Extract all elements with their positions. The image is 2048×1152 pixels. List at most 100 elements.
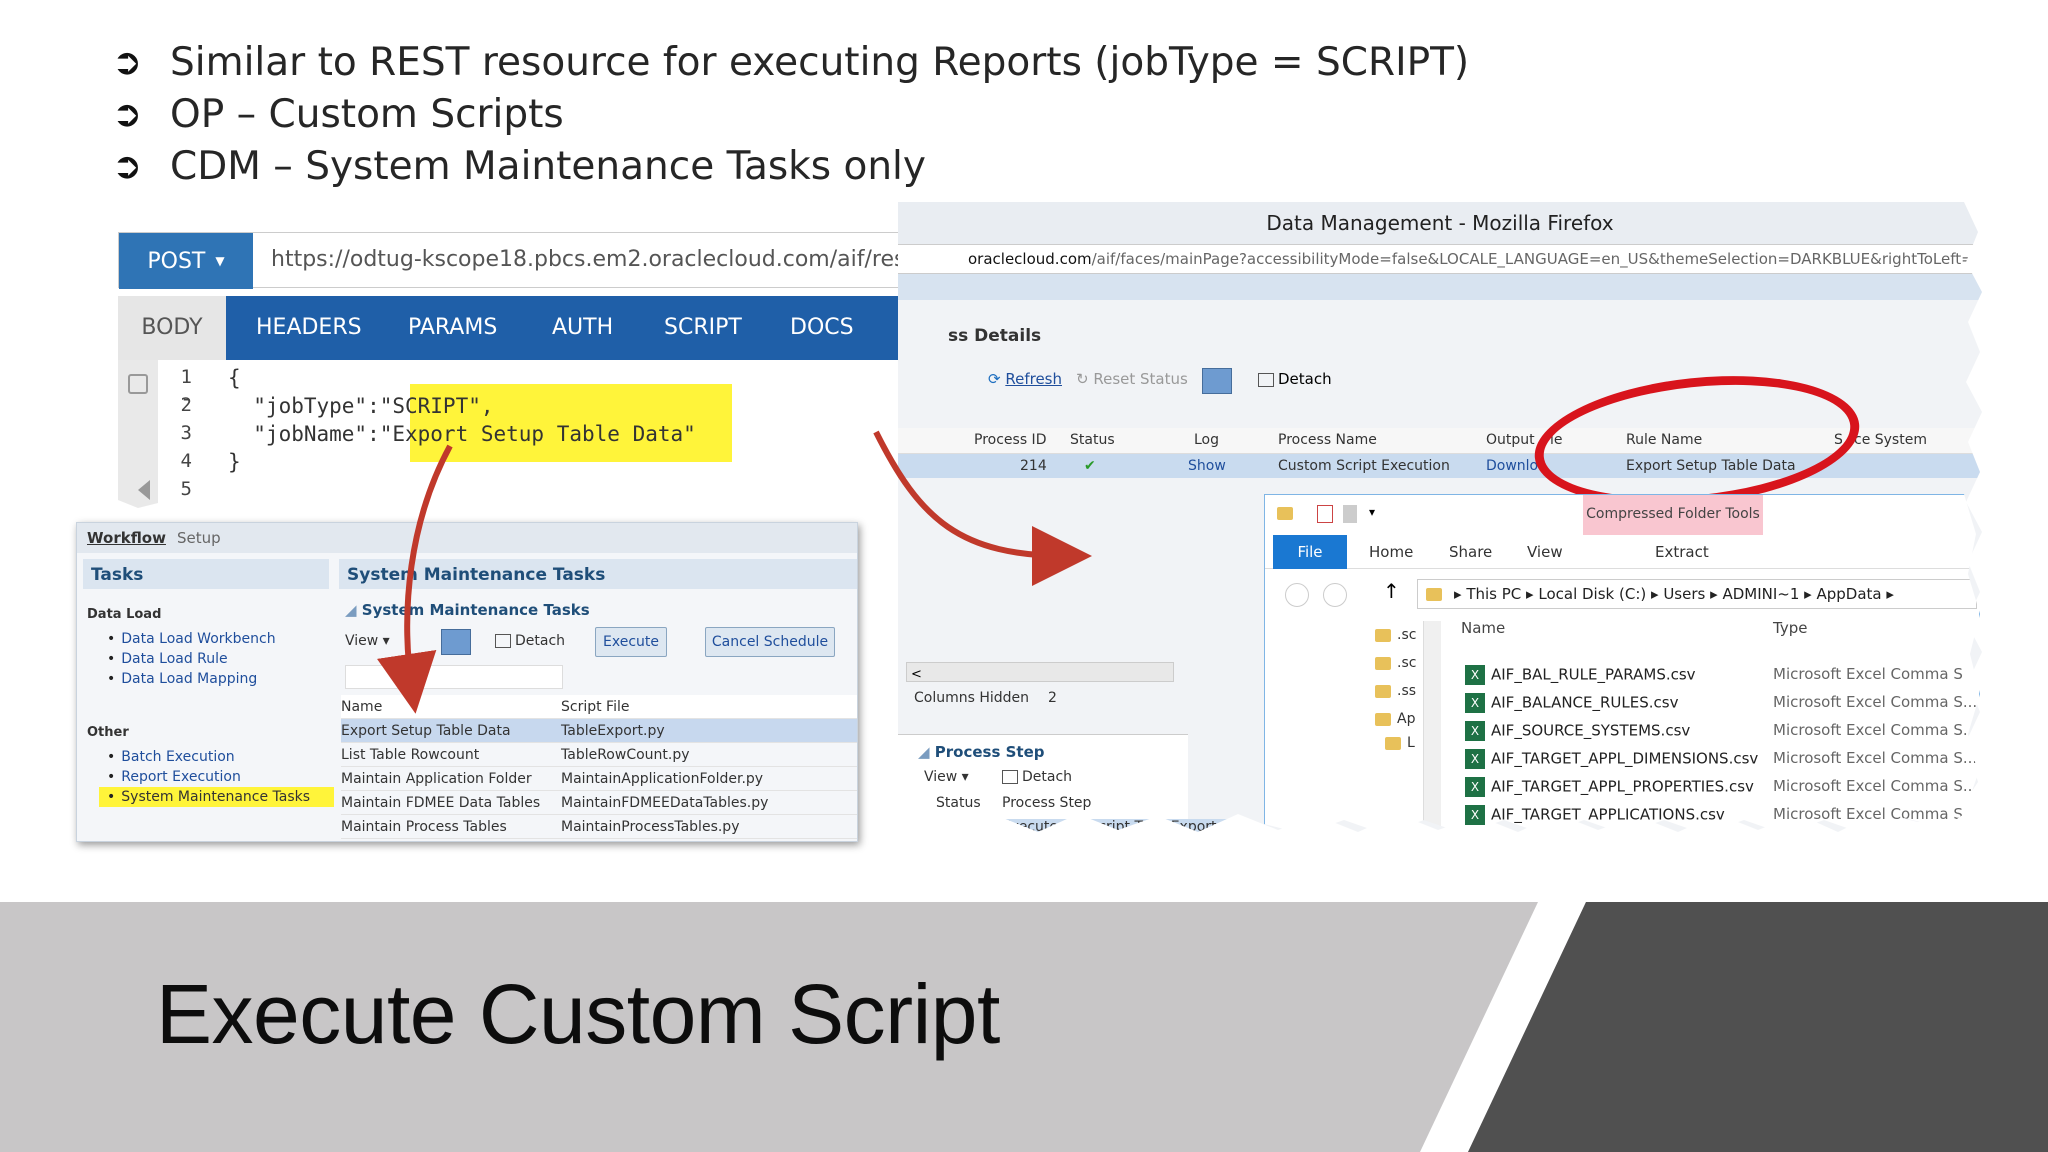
bullet-item: ➲ OP – Custom Scripts (112, 91, 564, 137)
view-menu[interactable]: View ▾ (345, 633, 390, 649)
smt-subheader: ◢ System Maintenance Tasks (345, 601, 590, 619)
excel-file-icon: X (1465, 721, 1485, 741)
filter-input[interactable] (345, 665, 563, 689)
folder-icon (1375, 656, 1391, 670)
file-row[interactable]: X AIF_BAL_RULE_PARAMS.csv Microsoft Excel … (1465, 665, 1979, 693)
tab-script[interactable]: SCRIPT (664, 296, 742, 360)
detach-icon (1258, 372, 1274, 387)
back-icon[interactable] (1285, 583, 1309, 607)
task-data-load-mapping[interactable]: Data Load Mapping (107, 671, 257, 687)
file-row[interactable]: X AIF_BALANCE_RULES.csv Microsoft Excel Co… (1465, 693, 1979, 721)
tab-headers[interactable]: HEADERS (256, 296, 362, 360)
view-menu[interactable]: View ▾ (924, 769, 969, 785)
breadcrumb-item[interactable]: Users (1663, 585, 1705, 603)
save-icon[interactable] (1317, 505, 1333, 523)
json-code: { "jobType":"SCRIPT", "jobName":"Export … (228, 366, 696, 474)
address-breadcrumb[interactable]: ▸ This PC ▸ Local Disk (C:) ▸ Users ▸ AD… (1417, 579, 1977, 609)
detach-button[interactable]: Detach (1258, 370, 1332, 388)
process-step-header: ◢ Process Step (918, 743, 1045, 761)
column-type[interactable]: Type (1773, 619, 1807, 637)
window-title: Data Management - Mozilla Firefox (898, 202, 1982, 244)
horizontal-scrollbar[interactable]: < (906, 662, 1174, 682)
columns-hidden-value: 2 (1048, 690, 1057, 706)
tab-docs[interactable]: DOCS (790, 296, 854, 360)
workflow-tabs: Workflow Setup (77, 523, 857, 553)
file-row[interactable]: X AIF_TARGET_APPL_DIMENSIONS.csv Microsoft… (1465, 749, 1979, 777)
contextual-tab[interactable]: Compressed Folder Tools (1583, 495, 1763, 535)
refresh-icon: ⟳ (988, 370, 1006, 388)
file-row[interactable]: X AIF_TARGET_APPLICATIONS.csv Microsoft Ex… (1465, 805, 1979, 833)
refresh-button[interactable]: ⟳ Refresh (988, 370, 1062, 388)
tab-params[interactable]: PARAMS (408, 296, 497, 360)
detach-icon (1002, 770, 1018, 784)
file-row[interactable]: X AIF_TARGET_APPL_PROPERTIES.csv Microsoft… (1465, 777, 1979, 805)
reset-status-button[interactable]: ↻ Reset Status (1076, 370, 1188, 388)
tab-file[interactable]: File (1273, 535, 1347, 569)
body-editor[interactable]: 1 - 2 3 4 5 { "jobType":"SCRIPT", "jobNa… (118, 360, 978, 510)
task-data-load-rule[interactable]: Data Load Rule (107, 651, 227, 667)
tab-body[interactable]: BODY (118, 296, 226, 360)
reset-icon: ↻ (1076, 370, 1094, 388)
task-data-load-workbench[interactable]: Data Load Workbench (107, 631, 275, 647)
breadcrumb-item[interactable]: ADMINI~1 (1722, 585, 1799, 603)
column-name[interactable]: Name (1461, 619, 1505, 637)
page-icon[interactable] (1343, 505, 1357, 523)
tab-extract[interactable]: Extract (1655, 543, 1709, 561)
log-show-link[interactable]: Show (1188, 458, 1226, 474)
nav-tree-item[interactable]: .sc (1375, 655, 1416, 671)
vertical-scrollbar[interactable] (1423, 621, 1441, 834)
breadcrumb-item[interactable]: Local Disk (C:) (1538, 585, 1646, 603)
table-row[interactable]: Maintain Process Tables MaintainProcessTa… (341, 815, 857, 839)
url-input[interactable]: https://odtug-kscope18.pbcs.em2.oraclecl… (271, 247, 978, 272)
smt-table: Name Script File Export Setup Table Data T… (341, 695, 857, 839)
method-dropdown[interactable]: POST ▼ (119, 233, 253, 289)
success-check-icon: ✔ (1084, 458, 1096, 474)
table-row[interactable]: Export Setup Table Data TableExport.py (341, 719, 857, 743)
file-row-partial[interactable]: ROUP (1555, 829, 1979, 834)
execute-button[interactable]: Execute (595, 627, 667, 657)
send-icon[interactable] (126, 480, 150, 500)
nav-strip (898, 274, 1982, 300)
table-row[interactable]: List Table Rowcount TableRowCount.py (341, 743, 857, 767)
rest-client-panel: POST ▼ https://odtug-kscope18.pbcs.em2.or… (118, 232, 978, 510)
table-row[interactable]: Maintain Application Folder MaintainAppli… (341, 767, 857, 791)
folder-icon (1385, 736, 1401, 750)
detach-button[interactable]: Detach (495, 633, 565, 649)
task-batch-execution[interactable]: Batch Execution (107, 749, 234, 765)
cancel-schedule-button[interactable]: Cancel Schedule (705, 627, 835, 657)
table-row[interactable]: Maintain FDMEE Data Tables MaintainFDMEED… (341, 791, 857, 815)
grid-edit-icon[interactable] (1202, 368, 1232, 394)
breadcrumb-item[interactable]: AppData (1816, 585, 1881, 603)
tab-home[interactable]: Home (1369, 543, 1413, 561)
tab-share[interactable]: Share (1449, 543, 1492, 561)
up-arrow-icon[interactable]: ↑ (1383, 579, 1400, 603)
chevron-down-icon[interactable]: ▾ (1369, 505, 1375, 519)
smt-toolbar: View ▾ (345, 633, 390, 663)
tab-setup[interactable]: Setup (177, 529, 221, 547)
output-download-link[interactable]: Downlo (1486, 458, 1538, 474)
task-system-maintenance[interactable]: System Maintenance Tasks (99, 787, 335, 807)
slide-title: Execute Custom Script (156, 967, 1000, 1061)
address-bar[interactable]: oraclecloud.com/aif/faces/mainPage?acces… (898, 244, 1982, 274)
nav-tree-item[interactable]: L (1385, 735, 1415, 751)
file-row[interactable]: X AIF_SOURCE_SYSTEMS.csv Microsoft Excel C… (1465, 721, 1979, 749)
process-details-header: ss Details (948, 326, 1042, 346)
tab-workflow[interactable]: Workflow (87, 529, 166, 547)
breadcrumb-item[interactable]: This PC (1466, 585, 1521, 603)
task-report-execution[interactable]: Report Execution (107, 769, 241, 785)
nav-tree-item[interactable]: Ap (1375, 711, 1415, 727)
forward-icon[interactable] (1323, 583, 1347, 607)
tab-auth[interactable]: AUTH (552, 296, 613, 360)
nav-tree-item[interactable]: .sc (1375, 627, 1416, 643)
collapse-icon[interactable]: ◢ (918, 743, 935, 761)
nav-tree-item[interactable]: .ss (1375, 683, 1416, 699)
tab-view[interactable]: View (1527, 543, 1563, 561)
grid-edit-icon[interactable] (441, 629, 471, 655)
editor-gutter (118, 360, 158, 510)
collapse-icon[interactable]: ◢ (345, 601, 362, 619)
request-bar: POST ▼ https://odtug-kscope18.pbcs.em2.or… (118, 232, 978, 289)
edit-icon[interactable] (128, 374, 148, 394)
chevron-left-icon: < (911, 667, 922, 682)
tasks-header: Tasks (83, 559, 329, 589)
detach-button[interactable]: Detach (1002, 769, 1072, 785)
